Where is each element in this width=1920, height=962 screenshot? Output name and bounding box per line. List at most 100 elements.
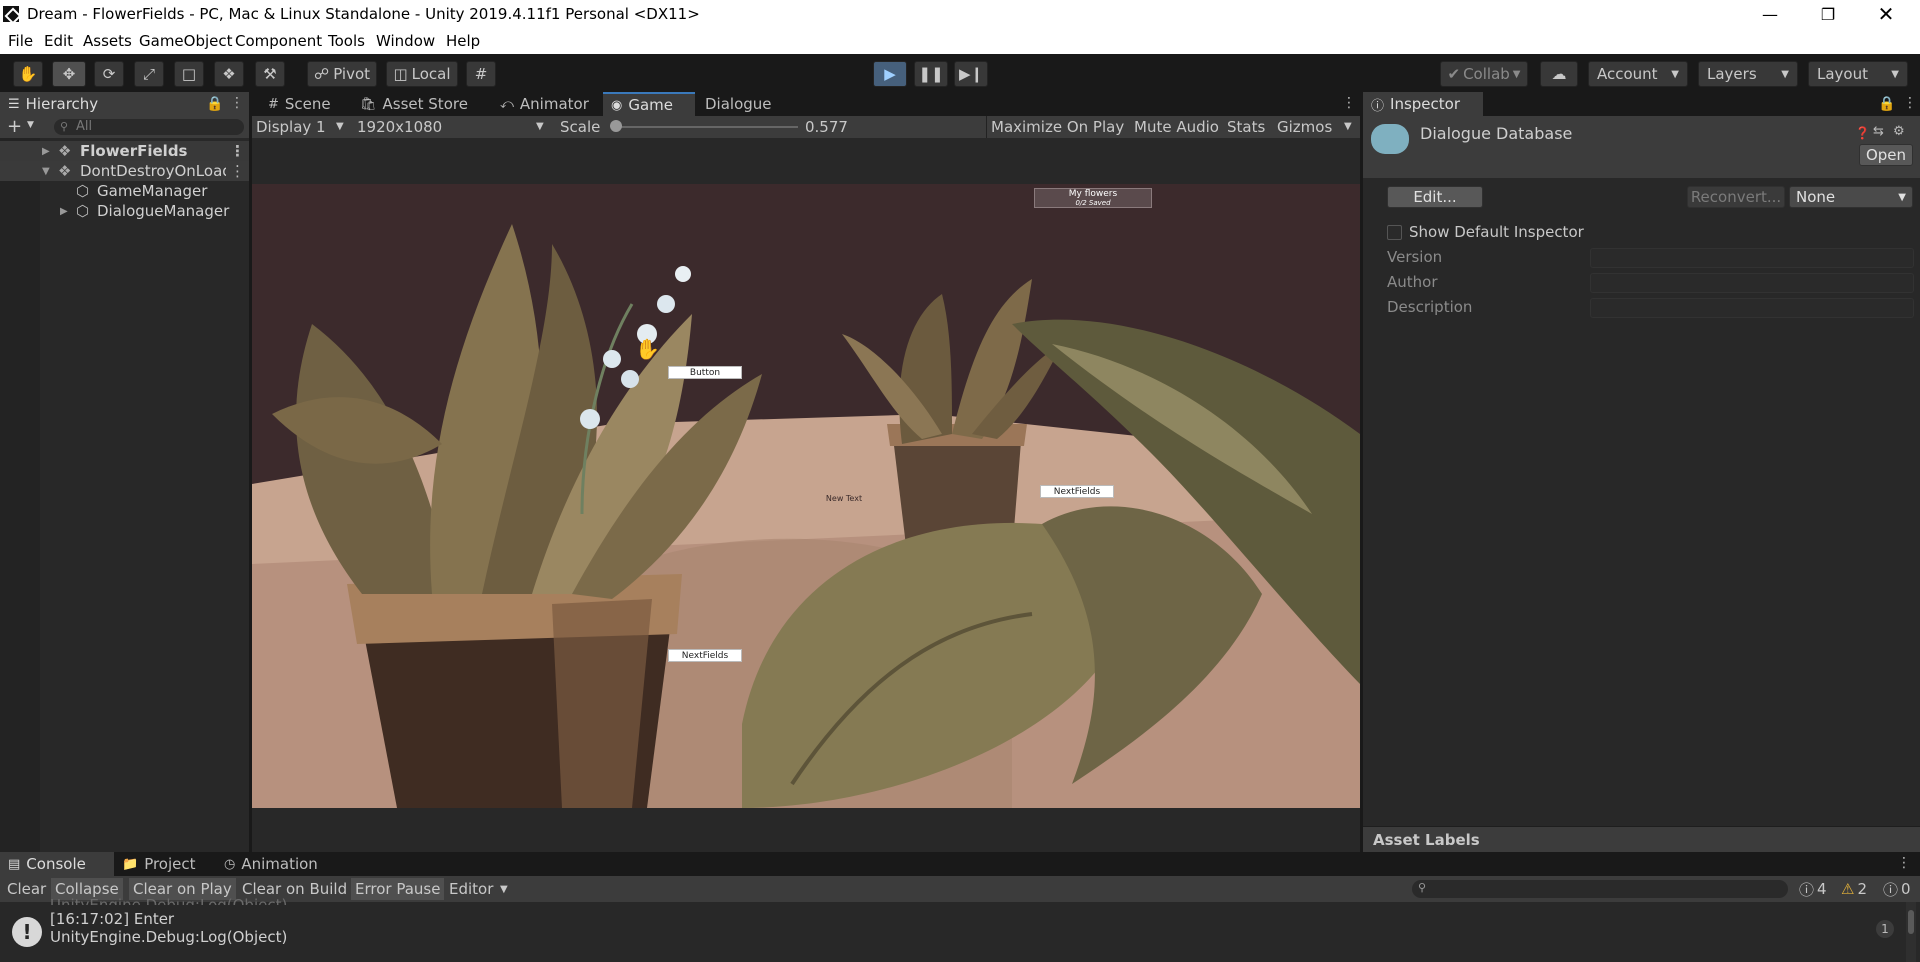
- console-panel: ▤ Console 📁 Project ◷ Animation ⋮ Clear …: [0, 852, 1920, 962]
- converter-dropdown[interactable]: None ▼: [1789, 186, 1913, 208]
- my-flowers-panel[interactable]: My flowers 0/2 Saved: [1034, 188, 1152, 208]
- game-button[interactable]: Button: [668, 366, 742, 379]
- minimize-icon[interactable]: —: [1748, 0, 1792, 29]
- pause-button[interactable]: ❚❚: [914, 61, 948, 87]
- collapse-arrow-icon[interactable]: ▼: [42, 166, 50, 177]
- collab-button[interactable]: ✔ Collab ▼: [1440, 61, 1528, 87]
- scrollbar-thumb[interactable]: [1908, 910, 1914, 934]
- menu-component[interactable]: Component: [235, 32, 322, 50]
- account-dropdown[interactable]: Account ▼: [1588, 61, 1688, 87]
- pivot-toggle[interactable]: ☍ Pivot: [307, 61, 377, 87]
- rect-tool-icon[interactable]: □: [174, 61, 204, 87]
- console-log-list[interactable]: UnityEngine.Debug:Log(Object) ! [16:17:0…: [0, 896, 1920, 962]
- menu-edit[interactable]: Edit: [44, 32, 73, 50]
- tab-animation[interactable]: ◷ Animation: [216, 852, 326, 876]
- tab-console[interactable]: ▤ Console: [0, 852, 114, 876]
- tab-game[interactable]: ◉ Game: [603, 92, 695, 116]
- tab-asset-store[interactable]: 🛍 Asset Store: [352, 92, 476, 116]
- gear-icon[interactable]: ⚙: [1893, 124, 1905, 139]
- more-options-icon[interactable]: ⋮: [230, 162, 245, 180]
- move-tool-icon[interactable]: ✥: [52, 61, 86, 87]
- warning-filter[interactable]: ⚠ 2: [1837, 878, 1871, 900]
- more-options-icon[interactable]: ⋮: [230, 142, 245, 160]
- more-options-icon[interactable]: ⋮: [1897, 855, 1911, 871]
- scale-slider-handle[interactable]: [610, 120, 622, 132]
- flower-fields-scene-art: [252, 184, 1360, 808]
- close-icon[interactable]: ✕: [1864, 0, 1908, 29]
- chevron-down-icon[interactable]: ▼: [336, 121, 344, 132]
- expand-arrow-icon[interactable]: ▶: [60, 206, 68, 217]
- cloud-button[interactable]: ☁: [1540, 61, 1578, 87]
- clear-button[interactable]: Clear: [3, 878, 50, 900]
- tab-inspector[interactable]: ⓘ Inspector: [1363, 92, 1483, 116]
- next-fields-button-bottom[interactable]: NextFields: [668, 649, 742, 662]
- clock-icon: ◷: [224, 856, 236, 872]
- step-button[interactable]: ▶❙: [954, 61, 988, 87]
- game-render-canvas[interactable]: My flowers 0/2 Saved Button NextFields N…: [252, 184, 1360, 808]
- menu-window[interactable]: Window: [376, 32, 435, 50]
- layers-dropdown[interactable]: Layers ▼: [1698, 61, 1798, 87]
- editor-dropdown[interactable]: Editor: [445, 878, 497, 900]
- preset-icon[interactable]: ⇆: [1873, 124, 1884, 139]
- play-button[interactable]: ▶: [873, 61, 907, 87]
- next-fields-button-right[interactable]: NextFields: [1040, 485, 1114, 498]
- hierarchy-item-dialoguemanager[interactable]: ▶ ⬡ DialogueManager: [0, 201, 249, 221]
- add-icon[interactable]: +: [7, 116, 22, 137]
- tab-dialogue[interactable]: Dialogue: [697, 92, 780, 116]
- gizmos-toggle[interactable]: Gizmos: [1277, 118, 1332, 136]
- local-toggle[interactable]: ◫ Local: [386, 61, 458, 87]
- lock-icon[interactable]: 🔒: [206, 96, 223, 112]
- expand-arrow-icon[interactable]: ▶: [42, 146, 50, 157]
- console-search-input[interactable]: ⚲: [1412, 880, 1788, 898]
- log-filter[interactable]: ⓘ 4: [1795, 878, 1831, 900]
- hierarchy-scene-dontdestroyonload[interactable]: ▼ ❖ DontDestroyOnLoad ⋮: [0, 161, 249, 181]
- error-pause-toggle[interactable]: Error Pause: [351, 878, 445, 900]
- edit-button[interactable]: Edit...: [1387, 186, 1483, 208]
- hierarchy-search-input[interactable]: ⚲ All: [54, 119, 244, 135]
- display-dropdown[interactable]: Display 1: [256, 118, 326, 136]
- resolution-dropdown[interactable]: 1920x1080: [357, 118, 442, 136]
- tab-scene[interactable]: # Scene: [260, 92, 339, 116]
- maximize-on-play-toggle[interactable]: Maximize On Play: [991, 118, 1124, 136]
- console-scrollbar[interactable]: [1906, 902, 1916, 962]
- grid-snap-icon[interactable]: #: [466, 61, 496, 87]
- menu-help[interactable]: Help: [446, 32, 480, 50]
- more-options-icon[interactable]: ⋮: [1903, 95, 1917, 111]
- more-options-icon[interactable]: ⋮: [1342, 95, 1356, 111]
- hand-tool-icon[interactable]: ✋: [13, 61, 43, 87]
- transform-tool-icon[interactable]: ❖: [214, 61, 244, 87]
- tab-project[interactable]: 📁 Project: [114, 852, 204, 876]
- reconvert-button[interactable]: Reconvert...: [1687, 186, 1785, 208]
- mute-audio-toggle[interactable]: Mute Audio: [1134, 118, 1219, 136]
- hierarchy-item-gamemanager[interactable]: ⬡ GameManager: [0, 181, 249, 201]
- menu-tools[interactable]: Tools: [328, 32, 365, 50]
- menu-gameobject[interactable]: GameObject: [139, 32, 233, 50]
- hierarchy-scene-flowerfields[interactable]: ▶ ❖ FlowerFields ⋮: [0, 141, 249, 161]
- menu-assets[interactable]: Assets: [83, 32, 132, 50]
- scale-tool-icon[interactable]: ⤢: [134, 61, 164, 87]
- scale-slider-track[interactable]: [614, 126, 798, 128]
- chevron-down-icon[interactable]: ▼: [27, 120, 34, 130]
- chevron-down-icon[interactable]: ▼: [536, 121, 544, 132]
- log-entry[interactable]: ! [16:17:02] Enter UnityEngine.Debug:Log…: [0, 907, 1920, 955]
- more-options-icon[interactable]: ⋮: [230, 95, 244, 111]
- chevron-down-icon[interactable]: ▼: [1344, 121, 1352, 132]
- layout-dropdown[interactable]: Layout ▼: [1808, 61, 1908, 87]
- tab-animator[interactable]: ⤺ Animator: [492, 92, 597, 116]
- description-field[interactable]: [1590, 298, 1914, 318]
- version-field[interactable]: [1590, 248, 1914, 268]
- lock-icon[interactable]: 🔒: [1878, 96, 1895, 112]
- hierarchy-item-label: DontDestroyOnLoad: [80, 162, 226, 180]
- menu-file[interactable]: File: [8, 32, 33, 50]
- open-button[interactable]: Open: [1859, 144, 1913, 166]
- help-icon[interactable]: ❓: [1855, 126, 1870, 140]
- error-filter[interactable]: ⓘ 0: [1879, 878, 1915, 900]
- chevron-down-icon[interactable]: ▼: [496, 878, 512, 900]
- author-field[interactable]: [1590, 273, 1914, 293]
- stats-toggle[interactable]: Stats: [1227, 118, 1265, 136]
- restore-icon[interactable]: ❐: [1806, 0, 1850, 29]
- show-default-checkbox[interactable]: [1387, 225, 1402, 240]
- asset-labels-section[interactable]: Asset Labels: [1363, 826, 1920, 852]
- rotate-tool-icon[interactable]: ⟳: [94, 61, 124, 87]
- custom-tool-icon[interactable]: ⚒: [255, 61, 285, 87]
